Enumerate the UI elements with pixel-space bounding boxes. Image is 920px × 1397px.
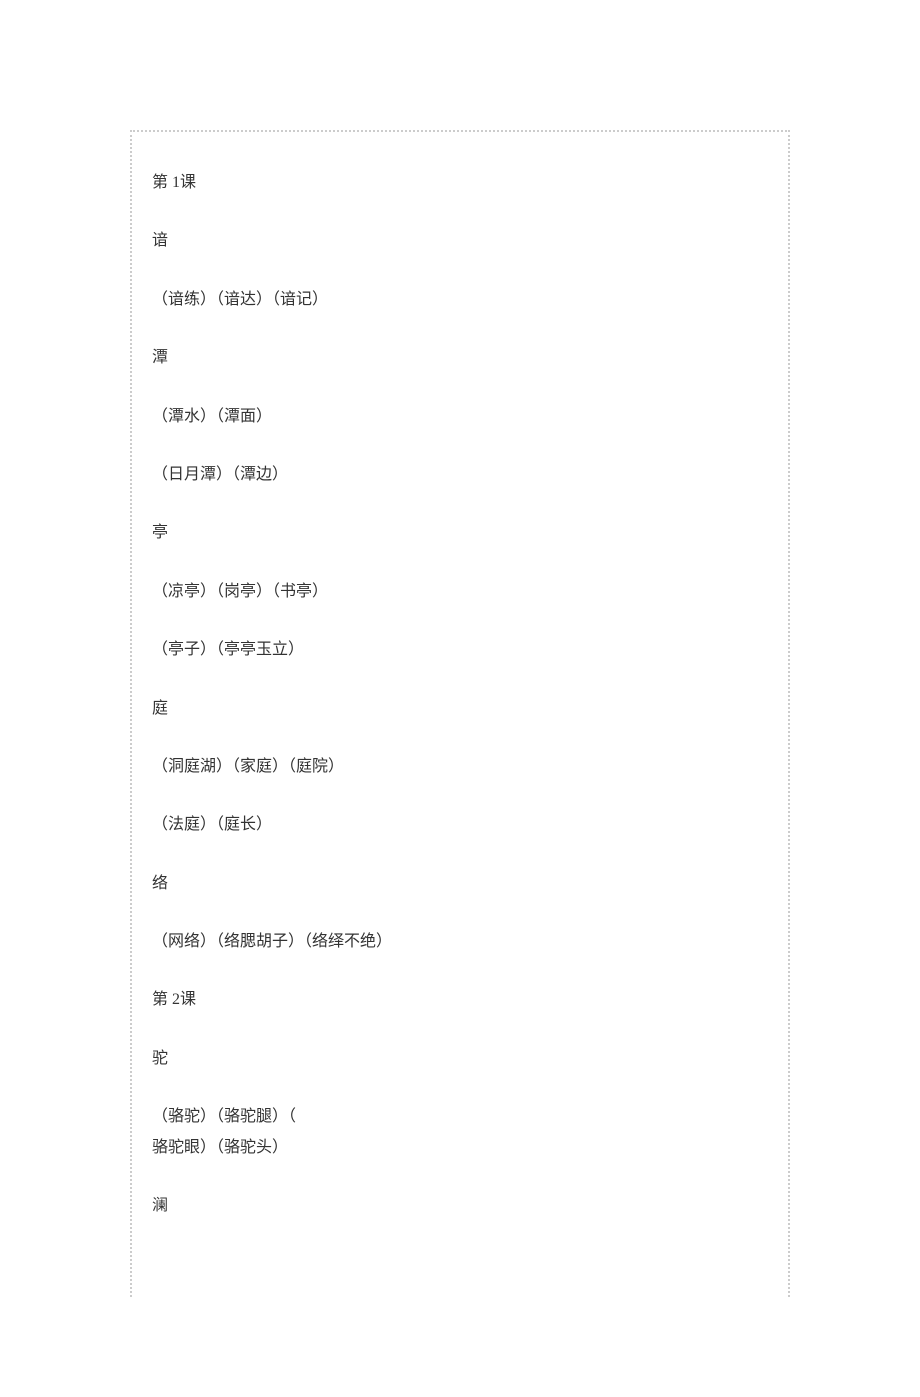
text-line: （潭水）（潭面）: [152, 406, 768, 428]
text-line: 庭: [152, 698, 768, 720]
text-line: （洞庭湖）（家庭）（庭院）: [152, 756, 768, 778]
text-line: 络: [152, 873, 768, 895]
text-line: （网络）（络腮胡子）（络绎不绝）: [152, 931, 768, 953]
text-line: 第 2课: [152, 989, 768, 1011]
text-line: （骆驼）（骆驼腿）（: [152, 1106, 768, 1128]
text-line: 第 1课: [152, 172, 768, 194]
text-line: 驼: [152, 1048, 768, 1070]
text-line: （日月潭）（潭边）: [152, 464, 768, 486]
text-line: （亭子）（亭亭玉立）: [152, 639, 768, 661]
text-line: 潭: [152, 347, 768, 369]
text-line: 骆驼眼）（骆驼头）: [152, 1137, 768, 1159]
text-line: （谙练）（谙达）（谙记）: [152, 289, 768, 311]
text-line: 谙: [152, 230, 768, 252]
text-line: 亭: [152, 522, 768, 544]
document-page: 第 1课 谙 （谙练）（谙达）（谙记） 潭 （潭水）（潭面） （日月潭）（潭边）…: [130, 130, 790, 1297]
text-line: 澜: [152, 1195, 768, 1217]
text-line: （法庭）（庭长）: [152, 814, 768, 836]
text-line: （凉亭）（岗亭）（书亭）: [152, 581, 768, 603]
